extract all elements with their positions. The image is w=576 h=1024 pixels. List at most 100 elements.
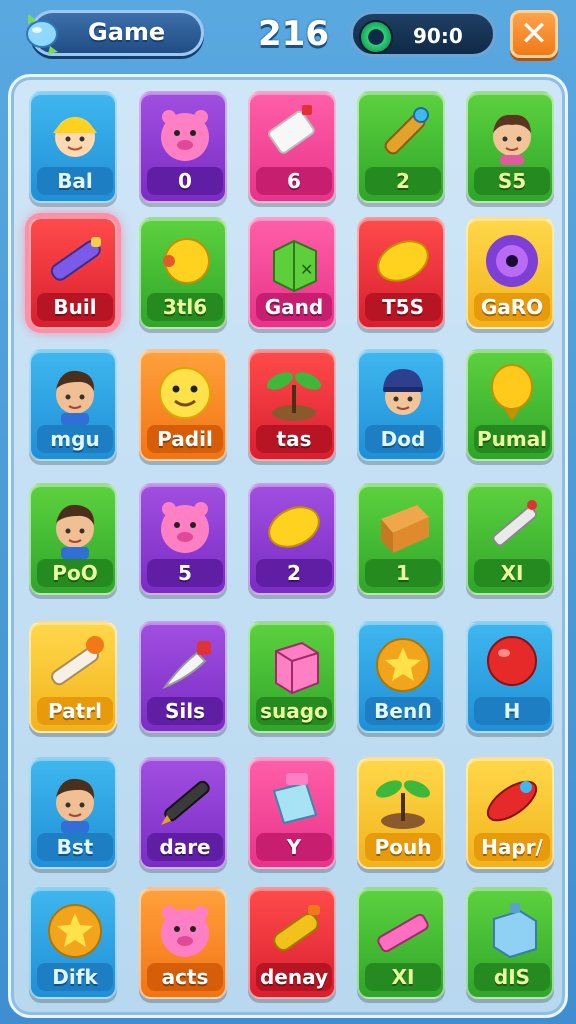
game-tile[interactable]: Difk — [29, 887, 117, 999]
golden-seed-icon — [491, 364, 533, 421]
vinyl-disc-icon — [486, 235, 538, 287]
game-tile[interactable]: mgu — [29, 349, 117, 461]
tile-label: Buil — [37, 293, 113, 321]
game-tile[interactable]: Patrl — [29, 621, 117, 733]
box-icon — [381, 505, 429, 553]
tile-label: tas — [256, 425, 332, 453]
game-tile[interactable]: PoO — [29, 483, 117, 595]
game-tile[interactable]: 3tl6 — [139, 217, 227, 329]
tile-label: Y — [256, 833, 332, 861]
game-tile[interactable]: Dod — [357, 349, 445, 461]
game-tile[interactable]: Bst — [29, 757, 117, 869]
bag-icon — [272, 773, 318, 825]
timer-value: 90:0 — [413, 24, 463, 48]
game-tile[interactable]: Hapr/ — [466, 757, 554, 869]
tile-label: 0 — [147, 167, 223, 195]
tile-label: Bal — [37, 167, 113, 195]
game-tile[interactable]: H — [466, 621, 554, 733]
star-badge-icon — [48, 904, 102, 958]
tile-label: mgu — [37, 425, 113, 453]
star-badge-icon — [376, 638, 430, 692]
cigarette-icon — [51, 636, 104, 686]
game-title: Game — [88, 18, 166, 46]
pink-pig-icon — [161, 906, 209, 957]
top-bar: Game 216 90:0 ✕ — [0, 0, 576, 72]
game-tile[interactable]: Y — [248, 757, 336, 869]
tile-label: 6 — [256, 167, 332, 195]
tile-label: H — [474, 697, 550, 725]
score-display: 216 — [258, 14, 329, 54]
pink-pig-icon — [161, 502, 209, 553]
sprout-icon — [266, 372, 322, 421]
game-tile[interactable]: 5 — [139, 483, 227, 595]
tile-label: Pumal — [474, 425, 550, 453]
tile-label: Gand — [256, 293, 332, 321]
tile-label: Dod — [365, 425, 441, 453]
tile-label: Pouh — [365, 833, 441, 861]
game-tile[interactable]: T5S — [357, 217, 445, 329]
game-tile[interactable]: Bal — [29, 91, 117, 203]
game-tile[interactable]: Pumal — [466, 349, 554, 461]
game-tile[interactable]: GaRO — [466, 217, 554, 329]
tile-label: dare — [147, 833, 223, 861]
tile-label: suago — [256, 697, 332, 725]
rocket-icon — [486, 780, 538, 822]
kid-face-icon — [53, 117, 97, 157]
close-icon: ✕ — [519, 14, 549, 54]
timer-ring-icon — [359, 20, 393, 54]
game-tile[interactable]: dare — [139, 757, 227, 869]
sprout-icon — [375, 780, 431, 829]
game-tile[interactable]: 6 — [248, 91, 336, 203]
tile-label: dIS — [474, 963, 550, 991]
lemon-icon — [268, 506, 320, 548]
game-tile[interactable]: 2 — [357, 91, 445, 203]
tile-label: 5 — [147, 559, 223, 587]
game-tile[interactable]: Pouh — [357, 757, 445, 869]
game-tile[interactable]: tas — [248, 349, 336, 461]
tile-label: XI — [365, 963, 441, 991]
game-tile[interactable]: ✕ Gand — [248, 217, 336, 329]
tile-label: BenՈ — [365, 697, 441, 725]
gift-box-icon: ✕ — [273, 239, 317, 293]
tile-label: 3tl6 — [147, 293, 223, 321]
blue-cube-icon — [493, 903, 537, 959]
tile-label: PoO — [37, 559, 113, 587]
tile-label: T5S — [365, 293, 441, 321]
game-tile[interactable]: 2 — [248, 483, 336, 595]
tile-label: 2 — [365, 167, 441, 195]
eraser-icon — [268, 105, 315, 154]
tile-label: Patrl — [37, 697, 113, 725]
tile-label: Hapr/ — [474, 833, 550, 861]
marker-pen-icon — [50, 237, 101, 281]
game-tile[interactable]: acts — [139, 887, 227, 999]
man-face-icon — [56, 504, 95, 559]
tile-label: GaRO — [474, 293, 550, 321]
game-tile[interactable]: suago — [248, 621, 336, 733]
game-tile[interactable]: Sils — [139, 621, 227, 733]
game-tile[interactable]: 1 — [357, 483, 445, 595]
game-tile[interactable]: Buil — [29, 217, 117, 329]
tile-label: denay — [256, 963, 332, 991]
red-balloon-icon — [487, 636, 537, 686]
yellow-ball-icon — [163, 238, 210, 284]
man-face-icon — [56, 778, 95, 833]
game-tile[interactable]: dIS — [466, 887, 554, 999]
game-tile[interactable]: Padil — [139, 349, 227, 461]
game-tile[interactable]: XI — [466, 483, 554, 595]
flashlight-icon — [384, 107, 429, 155]
game-tile[interactable]: denay — [248, 887, 336, 999]
svg-text:✕: ✕ — [300, 260, 313, 279]
tile-label: acts — [147, 963, 223, 991]
game-tile[interactable]: S5 — [466, 91, 554, 203]
smiley-face-icon — [159, 367, 211, 419]
game-tile[interactable]: BenՈ — [357, 621, 445, 733]
close-button[interactable]: ✕ — [510, 10, 558, 58]
bottle-icon — [273, 905, 320, 951]
tile-label: Sils — [147, 697, 223, 725]
pink-pig-icon — [161, 110, 209, 161]
game-tile[interactable]: XI — [357, 887, 445, 999]
cube-icon — [275, 641, 319, 695]
lemon-icon — [377, 240, 429, 282]
tile-label: Difk — [37, 963, 113, 991]
game-tile[interactable]: 0 — [139, 91, 227, 203]
